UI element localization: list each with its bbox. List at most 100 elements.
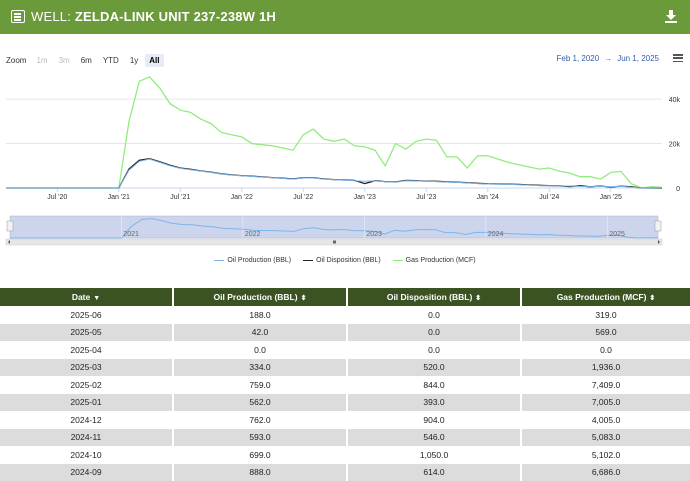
table-row: 2024-09 888.0 614.0 6,686.0 — [0, 463, 690, 481]
cell-oil-disposition: 0.0 — [347, 323, 522, 341]
cell-date: 2024-10 — [0, 446, 174, 464]
legend-label: Oil Disposition (BBL) — [316, 256, 381, 264]
cell-gas-production: 6,686.0 — [521, 463, 690, 481]
cell-date: 2024-11 — [0, 428, 174, 446]
cell-gas-production: 7,409.0 — [521, 376, 690, 394]
navigator-selection — [9, 215, 659, 239]
cell-gas-production: 569.0 — [521, 323, 690, 341]
cell-oil-production: 42.0 — [173, 323, 348, 341]
cell-oil-disposition: 614.0 — [347, 463, 522, 481]
cell-gas-production: 7,005.0 — [521, 393, 690, 411]
cell-oil-production: 0.0 — [173, 341, 348, 359]
cell-oil-disposition: 844.0 — [347, 376, 522, 394]
table-row: 2024-10 699.0 1,050.0 5,102.0 — [0, 446, 690, 464]
cell-oil-disposition: 520.0 — [347, 358, 522, 376]
cell-gas-production: 0.0 — [521, 341, 690, 359]
sort-icon: ⬍ — [475, 295, 482, 302]
x-tick-label: Jul '22 — [293, 194, 313, 201]
navigator-label: 2023 — [366, 231, 382, 238]
cell-oil-disposition: 393.0 — [347, 393, 522, 411]
x-tick-label: Jul '24 — [539, 194, 559, 201]
cell-oil-production: 699.0 — [173, 446, 348, 464]
chart-legend: Oil Production (BBL) Oil Disposition (BB… — [0, 256, 690, 264]
x-tick-label: Jul '21 — [170, 194, 190, 201]
cell-gas-production: 5,083.0 — [521, 428, 690, 446]
cell-oil-production: 759.0 — [173, 376, 348, 394]
cell-oil-disposition: 904.0 — [347, 411, 522, 429]
table-row: 2024-12 762.0 904.0 4,005.0 — [0, 411, 690, 429]
legend-swatch — [392, 259, 403, 261]
legend-oil-disposition[interactable]: Oil Disposition (BBL) — [303, 257, 381, 264]
series-line — [6, 76, 663, 189]
legend-label: Gas Production (MCF) — [405, 256, 476, 264]
cell-oil-production: 562.0 — [173, 393, 348, 411]
legend-oil-production[interactable]: Oil Production (BBL) — [214, 257, 291, 264]
cell-gas-production: 4,005.0 — [521, 411, 690, 429]
x-tick-label: Jan '21 — [108, 194, 130, 201]
sort-icon: ⬍ — [300, 295, 307, 302]
x-tick-label: Jan '25 — [600, 194, 622, 201]
cell-date: 2025-05 — [0, 323, 174, 341]
cell-oil-production: 188.0 — [173, 306, 348, 324]
header-label: Date — [71, 292, 91, 302]
header-label: Oil Disposition (BBL) — [386, 292, 473, 302]
sort-desc-icon: ▼ — [93, 295, 101, 302]
table-header-row: Date ▼ Oil Production (BBL) ⬍ Oil Disposit… — [0, 288, 690, 306]
table-body: 2025-06 188.0 0.0 319.0 2025-05 42.0 0.0 569.0 2… — [0, 306, 690, 481]
cell-date: 2025-01 — [0, 393, 174, 411]
y-tick-label: 40k — [669, 97, 681, 104]
table-row: 2025-03 334.0 520.0 1,936.0 — [0, 358, 690, 376]
navigator-label: 2025 — [609, 231, 625, 238]
cell-oil-production: 888.0 — [173, 463, 348, 481]
legend-gas-production[interactable]: Gas Production (MCF) — [392, 256, 476, 264]
y-tick-label: 0 — [676, 186, 680, 193]
table-row: 2025-04 0.0 0.0 0.0 — [0, 341, 690, 359]
series-line — [6, 158, 662, 189]
col-oil-disposition-header[interactable]: Oil Disposition (BBL) ⬍ — [347, 288, 522, 306]
cell-date: 2025-03 — [0, 358, 174, 376]
navigator-label: 2024 — [488, 231, 504, 238]
cell-gas-production: 5,102.0 — [521, 446, 690, 464]
production-table: Date ▼ Oil Production (BBL) ⬍ Oil Disposit… — [0, 288, 690, 481]
x-tick-label: Jan '24 — [477, 194, 499, 201]
cell-oil-disposition: 546.0 — [347, 428, 522, 446]
navigator-handle[interactable] — [654, 220, 662, 232]
cell-date: 2025-06 — [0, 306, 174, 324]
table-row: 2025-06 188.0 0.0 319.0 — [0, 306, 690, 324]
cell-oil-production: 762.0 — [173, 411, 348, 429]
navigator-label: 2022 — [245, 231, 261, 238]
cell-date: 2024-12 — [0, 411, 174, 429]
cell-date: 2024-09 — [0, 463, 174, 481]
table-row: 2024-11 593.0 546.0 5,083.0 — [0, 428, 690, 446]
legend-swatch — [303, 259, 314, 261]
cell-oil-production: 593.0 — [173, 428, 348, 446]
x-tick-label: Jan '23 — [354, 194, 376, 201]
header-label: Oil Production (BBL) — [213, 292, 298, 302]
navigator-handle[interactable] — [6, 220, 14, 232]
cell-oil-production: 334.0 — [173, 358, 348, 376]
col-oil-production-header[interactable]: Oil Production (BBL) ⬍ — [173, 288, 348, 306]
sort-icon: ⬍ — [649, 295, 656, 302]
x-tick-label: Jul '23 — [416, 194, 436, 201]
table-row: 2025-05 42.0 0.0 569.0 — [0, 323, 690, 341]
production-chart: 0 20k 40k Jul '20 Jan '21 Jul '21 Jan '22 Jul '… — [5, 76, 681, 246]
header-label: Gas Production (MCF) — [556, 292, 647, 302]
cell-date: 2025-04 — [0, 341, 174, 359]
cell-oil-disposition: 1,050.0 — [347, 446, 522, 464]
cell-oil-disposition: 0.0 — [347, 306, 522, 324]
series-line — [6, 158, 663, 189]
x-tick-label: Jul '20 — [47, 194, 67, 201]
col-gas-production-header[interactable]: Gas Production (MCF) ⬍ — [521, 288, 690, 306]
table-row: 2025-02 759.0 844.0 7,409.0 — [0, 376, 690, 394]
navigator-label: 2021 — [123, 231, 139, 238]
scrollbar-grip[interactable] — [333, 240, 336, 244]
legend-label: Oil Production (BBL) — [227, 256, 292, 264]
legend-swatch — [214, 259, 225, 261]
table-row: 2025-01 562.0 393.0 7,005.0 — [0, 393, 690, 411]
cell-date: 2025-02 — [0, 376, 174, 394]
y-tick-label: 20k — [669, 142, 681, 149]
col-date-header[interactable]: Date ▼ — [0, 288, 174, 306]
cell-oil-disposition: 0.0 — [347, 341, 522, 359]
cell-gas-production: 319.0 — [521, 306, 690, 324]
x-tick-label: Jan '22 — [231, 194, 253, 201]
